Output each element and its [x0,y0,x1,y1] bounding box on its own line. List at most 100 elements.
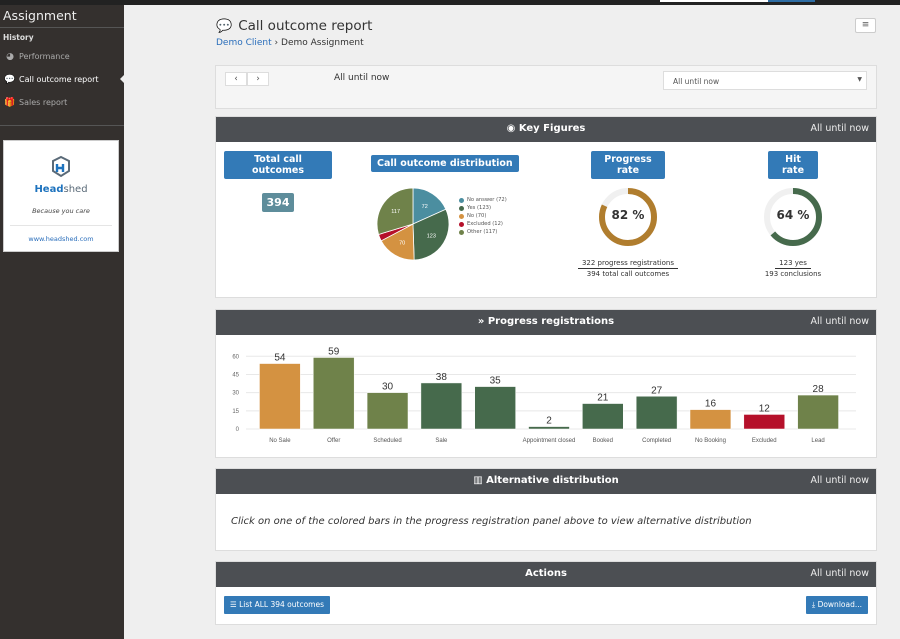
comments-icon: 💬 [216,18,233,34]
legend-swatch [459,206,464,211]
bar-completed[interactable] [635,396,678,430]
period-nav: ‹ › [225,72,269,86]
sidebar-item-label: Performance [19,52,70,61]
progress-registrations-panel: » Progress registrations All until now 0… [215,309,877,458]
bar-no-sale[interactable] [259,363,301,430]
panel-title: Progress registrations [487,316,615,327]
hit-rate-numerator: 123 yes [775,259,811,269]
legend-item[interactable]: Other (117) [459,229,529,236]
progress-rate-denominator: 394 total call outcomes [586,270,670,278]
legend-label: Excluded (12) [467,221,503,227]
legend-item[interactable]: No (70) [459,213,529,220]
x-tick-label: No Booking [695,438,726,444]
bar-unlabeled[interactable] [474,386,516,430]
call-outcome-distribution: Call outcome distribution [371,151,519,172]
bar-sale[interactable] [420,382,463,430]
bar-excluded[interactable] [743,414,785,430]
brand-website-link[interactable]: www.headshed.com [4,235,118,243]
y-tick-label: 0 [236,427,240,433]
pie-slice-label: 123 [427,233,436,239]
pie-legend: No answer (72) Yes (123) No (70) Excluded (… [459,197,529,237]
brand-card: Headshed Because you care www.headshed.c… [3,140,119,252]
top-search-input[interactable] [660,0,768,2]
bar-chart-icon: ▥ [473,475,487,486]
panel-header: ◉ Key Figures All until now [216,117,876,142]
legend-swatch [459,214,464,219]
bar-offer[interactable] [313,357,355,430]
legend-label: No answer (72) [467,197,507,203]
bar-value-label: 2 [546,416,552,427]
bar-no-booking[interactable] [689,409,732,430]
sidebar-item-sales-report[interactable]: 🎁 Sales report [0,91,124,114]
bar-lead[interactable] [797,394,839,430]
y-tick-label: 60 [232,354,239,360]
panel-period: All until now [810,316,869,327]
total-call-outcomes-label: Total call outcomes [224,151,332,179]
brand-tagline: Because you care [32,207,90,215]
x-tick-label: No Sale [269,438,291,444]
page-title: 💬 Call outcome report [216,18,373,34]
sidebar-item-performance[interactable]: ◕ Performance [0,45,124,68]
y-tick-label: 30 [232,391,239,397]
pie-slice-label: 72 [422,204,428,210]
hamburger-icon: ≡ [861,20,870,30]
legend-swatch [459,230,464,235]
bar-scheduled[interactable] [366,392,409,430]
sidebar-item-call-outcome-report[interactable]: 💬 Call outcome report [0,68,124,91]
alternative-distribution-hint: Click on one of the colored bars in the … [231,516,752,527]
progress-rate-fraction: 322 progress registrations 394 total cal… [568,259,688,278]
breadcrumb-client-link[interactable]: Demo Client [216,38,272,48]
call-outcome-pie-chart: 72 123 70 117 No answer (72) Yes (123) No (70… [368,175,528,275]
panel-period: All until now [810,475,869,486]
legend-swatch [459,198,464,203]
period-select[interactable]: All until now ▼ [663,71,867,90]
legend-item[interactable]: No answer (72) [459,197,529,204]
x-tick-label: Booked [593,438,613,444]
bar-value-label: 30 [382,382,394,393]
sidebar-title: Assignment [0,5,124,28]
panel-header: Actions All until now [216,562,876,587]
progress-bar-chart: 0 15 30 45 60 54 No Sale 59 Offer 30 Scheduled 38 Sa… [232,346,856,444]
x-tick-label: Offer [327,438,340,444]
sidebar-section-history: History [3,33,34,42]
legend-item[interactable]: Yes (123) [459,205,529,212]
brand-name: Headshed [34,184,88,195]
pie-slice-label: 117 [391,209,400,215]
call-outcome-distribution-label: Call outcome distribution [371,155,519,172]
total-call-outcomes-value: 394 [261,193,295,212]
progress-rate-gauge-block: 82 % 322 progress registrations 394 tota… [568,175,688,278]
next-period-button[interactable]: › [247,72,269,86]
x-tick-label: Lead [811,438,824,444]
panel-header: » Progress registrations All until now [216,310,876,335]
pie-svg: 72 123 70 117 [376,187,450,261]
bar-booked[interactable] [582,403,624,430]
legend-item[interactable]: Excluded (12) [459,221,529,228]
legend-label: Other (117) [467,229,498,235]
progress-rate-numerator: 322 progress registrations [577,259,679,269]
panel-period: All until now [810,123,869,134]
bar-appointment-closed[interactable] [528,426,570,430]
y-tick-label: 45 [232,372,239,378]
bar-value-label: 12 [759,403,771,414]
x-tick-label: Appointment closed [523,438,576,444]
bar-value-label: 16 [705,399,717,410]
menu-button[interactable]: ≡ [855,18,876,33]
total-call-outcomes: Total call outcomes 394 [224,151,332,212]
hit-rate-value: 64 % [776,208,810,222]
breadcrumb: Demo Client › Demo Assignment [216,38,372,48]
period-filter-bar: ‹ › All until now All until now ▼ [215,65,877,109]
panel-title: Actions [525,568,567,579]
download-button[interactable]: ⤓ Download... [805,596,868,614]
legend-label: Yes (123) [467,205,491,211]
period-label: All until now [334,73,390,83]
main-content: 💬 Call outcome report Demo Client › Demo… [124,5,900,639]
panel-title: Alternative distribution [486,475,619,486]
top-search-button[interactable] [768,0,815,2]
x-tick-label: Sale [435,438,448,444]
previous-period-button[interactable]: ‹ [225,72,247,86]
list-all-outcomes-button[interactable]: ☰ List ALL 394 outcomes [224,596,330,614]
dot-circle-icon: ◉ [506,123,519,134]
page-header: 💬 Call outcome report Demo Client › Demo… [216,18,372,48]
sidebar: Assignment History ◕ Performance 💬 Call … [0,5,124,639]
actions-panel: Actions All until now ☰ List ALL 394 out… [215,561,877,625]
